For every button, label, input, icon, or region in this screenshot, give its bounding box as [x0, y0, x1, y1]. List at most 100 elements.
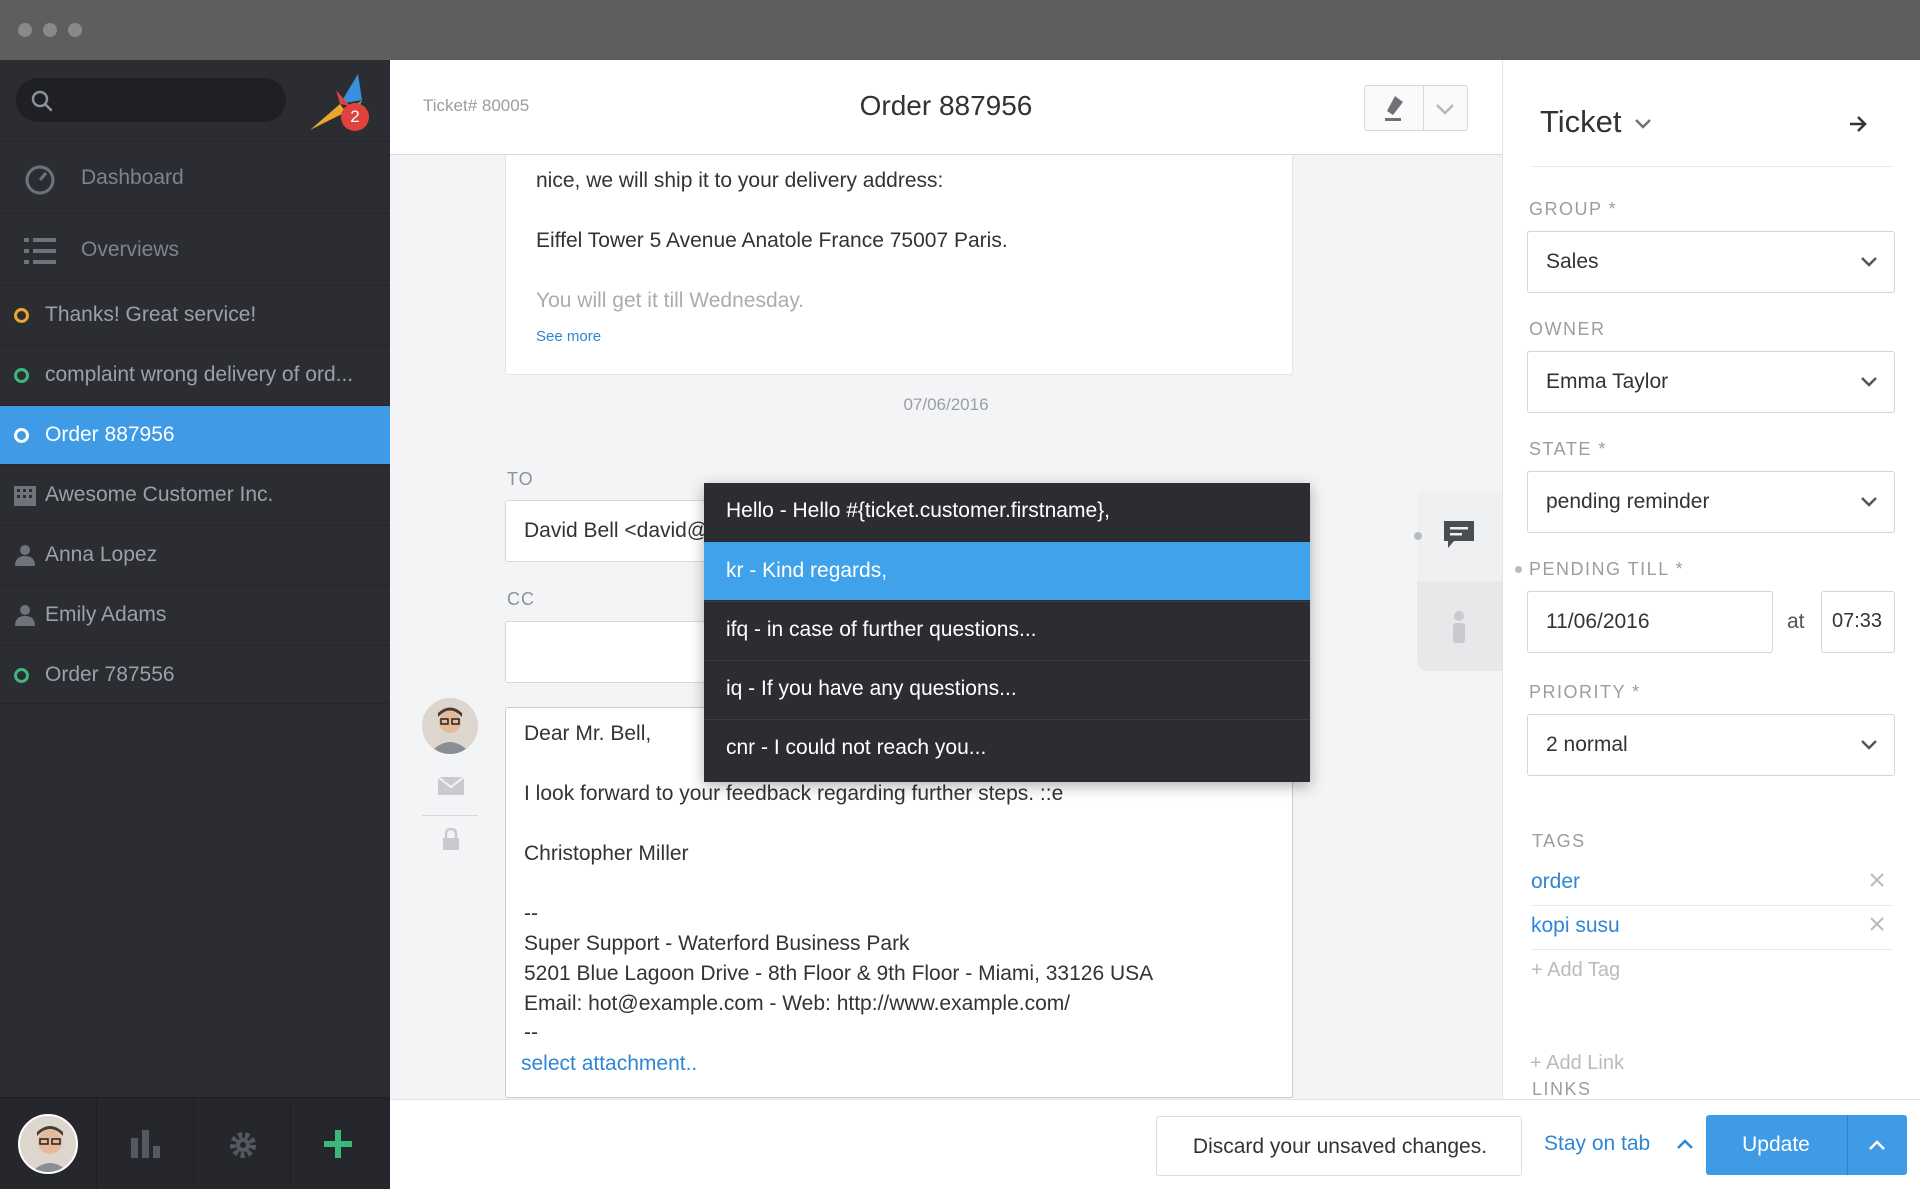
chevron-down-icon[interactable]: [1435, 103, 1455, 115]
nav-label: Overviews: [81, 238, 180, 261]
chevron-down-icon: [1861, 740, 1877, 750]
reply-line: 5201 Blue Lagoon Drive - 8th Floor & 9th…: [524, 962, 1154, 985]
sidebar-item-awesome-customer[interactable]: Awesome Customer Inc.: [0, 465, 390, 524]
tags-label: TAGS: [1532, 831, 1586, 851]
sidebar-item-order-787556[interactable]: Order 787556: [0, 645, 390, 704]
sidebar-item-label: Emily Adams: [45, 603, 167, 626]
pending-date-value: 11/06/2016: [1546, 610, 1650, 633]
arrow-right-icon[interactable]: [1848, 114, 1868, 134]
sidebar-item-label: Anna Lopez: [45, 543, 158, 566]
text-module-option[interactable]: kr - Kind regards,: [704, 542, 1310, 600]
person-icon[interactable]: [1450, 611, 1468, 643]
sidebar-item-label: Order 787556: [45, 663, 175, 686]
reply-line: Christopher Miller: [524, 842, 689, 865]
reply-line: Super Support - Waterford Business Park: [524, 932, 910, 955]
chevron-up-icon[interactable]: [1868, 1139, 1886, 1151]
to-field[interactable]: David Bell <david@: [505, 500, 709, 562]
notification-badge[interactable]: 2: [341, 103, 369, 131]
tag-label[interactable]: order: [1531, 870, 1580, 894]
sidebar-item-anna-lopez[interactable]: Anna Lopez: [0, 525, 390, 584]
status-dot: [1515, 566, 1522, 573]
article-type-switcher: [1417, 491, 1502, 671]
add-link-link[interactable]: + Add Link: [1530, 1052, 1624, 1075]
priority-select[interactable]: 2 normal: [1527, 714, 1895, 776]
ticket-actions: [1364, 85, 1468, 131]
state-label: STATE *: [1529, 439, 1607, 459]
close-icon[interactable]: [1869, 916, 1885, 932]
user-avatar-button[interactable]: [0, 1098, 97, 1189]
links-label: LINKS: [1532, 1079, 1592, 1099]
window-maximize-dot[interactable]: [68, 23, 82, 37]
text-module-option[interactable]: cnr - I could not reach you...: [704, 719, 1310, 777]
chevron-down-icon: [1861, 257, 1877, 267]
state-select[interactable]: pending reminder: [1527, 471, 1895, 533]
ticket-status-icon: [14, 368, 29, 383]
cc-label: CC: [507, 589, 535, 609]
pending-time-value: 07:33: [1832, 610, 1883, 632]
window-close-dot[interactable]: [18, 23, 32, 37]
date-separator: 07/06/2016: [903, 395, 989, 414]
pending-time-field[interactable]: 07:33: [1821, 591, 1895, 653]
see-more-link[interactable]: See more: [536, 328, 601, 345]
text-module-option[interactable]: Hello - Hello #{ticket.customer.firstnam…: [704, 483, 1310, 541]
owner-select[interactable]: Emma Taylor: [1527, 351, 1895, 413]
sidebar-item-emily-adams[interactable]: Emily Adams: [0, 585, 390, 644]
add-tag-link[interactable]: + Add Tag: [1531, 959, 1620, 982]
new-ticket-button[interactable]: [291, 1098, 388, 1189]
chevron-down-icon[interactable]: [1634, 118, 1652, 130]
highlighter-icon[interactable]: [1383, 96, 1405, 122]
tag-label[interactable]: kopi susu: [1531, 914, 1620, 938]
panel-title[interactable]: Ticket: [1540, 104, 1622, 140]
chevron-down-icon: [1861, 497, 1877, 507]
state-value: pending reminder: [1546, 490, 1710, 513]
reply-line: Dear Mr. Bell,: [524, 722, 652, 745]
status-dot: [1414, 532, 1422, 540]
group-select[interactable]: Sales: [1527, 231, 1895, 293]
reply-line: I look forward to your feedback regardin…: [524, 782, 1064, 805]
stay-on-tab-toggle[interactable]: Stay on tab: [1544, 1132, 1650, 1156]
pending-date-field[interactable]: 11/06/2016: [1527, 591, 1773, 653]
ticket-header: Ticket# 80005 Order 887956: [390, 60, 1502, 155]
search-input[interactable]: [16, 78, 286, 122]
plus-icon: [324, 1130, 352, 1158]
chevron-up-icon[interactable]: [1676, 1138, 1694, 1150]
sidebar-item-label: complaint wrong delivery of ord...: [45, 363, 354, 386]
nav-overviews[interactable]: Overviews: [0, 213, 390, 285]
article-text: You will get it till Wednesday.: [536, 289, 805, 312]
reply-line: --: [524, 1021, 538, 1044]
gear-icon: [230, 1132, 256, 1158]
sidebar-item-thanks-great-service[interactable]: Thanks! Great service!: [0, 285, 390, 344]
sidebar: 2 Dashboard Overviews Thanks! Great serv…: [0, 60, 390, 1189]
select-attachment-link[interactable]: select attachment..: [521, 1052, 697, 1076]
discard-changes-button[interactable]: Discard your unsaved changes.: [1156, 1116, 1522, 1176]
sidebar-item-order-887956[interactable]: Order 887956: [0, 405, 390, 464]
ticket-action-bar: Discard your unsaved changes. Stay on ta…: [390, 1099, 1920, 1189]
update-button[interactable]: Update: [1706, 1115, 1907, 1175]
ticket-status-icon: [14, 308, 29, 323]
close-icon[interactable]: [1869, 872, 1885, 888]
user-icon: [15, 545, 35, 566]
to-value: David Bell <david@: [524, 519, 709, 542]
window-titlebar: [0, 0, 1920, 60]
tag-item: order: [1531, 862, 1893, 906]
sidebar-item-complaint-wrong-delivery[interactable]: complaint wrong delivery of ord...: [0, 345, 390, 404]
email-icon[interactable]: [438, 777, 464, 795]
window-minimize-dot[interactable]: [43, 23, 57, 37]
priority-label: PRIORITY *: [1529, 682, 1641, 702]
article-text: Eiffel Tower 5 Avenue Anatole France 750…: [536, 229, 1008, 252]
organization-icon: [14, 486, 36, 506]
tab-note[interactable]: [1417, 491, 1502, 581]
sidebar-item-label: Order 887956: [45, 423, 175, 446]
settings-button[interactable]: [194, 1098, 291, 1189]
reporting-button[interactable]: [97, 1098, 194, 1189]
text-module-option[interactable]: ifq - in case of further questions...: [704, 601, 1310, 659]
lock-icon[interactable]: [441, 828, 461, 850]
article-card: nice, we will ship it to your delivery a…: [505, 155, 1293, 375]
dashboard-icon: [25, 165, 55, 195]
reply-line: --: [524, 902, 538, 925]
nav-dashboard[interactable]: Dashboard: [0, 141, 390, 213]
page-title[interactable]: Order 887956: [390, 90, 1502, 122]
reply-line: Email: hot@example.com - Web: http://www…: [524, 992, 1071, 1015]
cc-field[interactable]: [505, 621, 705, 683]
text-module-option[interactable]: iq - If you have any questions...: [704, 660, 1310, 718]
